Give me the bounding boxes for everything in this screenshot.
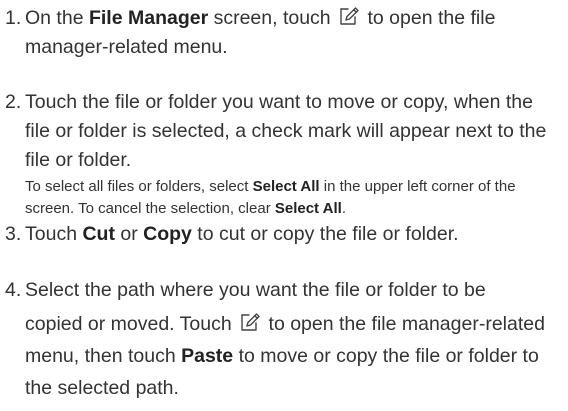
ui-term-paste: Paste xyxy=(181,345,234,367)
instruction-document: 1. On the File Manager screen, touch to … xyxy=(0,0,568,411)
step-text-segment: screen, touch xyxy=(208,7,337,29)
step-text-segment: Select the path where you want the file … xyxy=(25,279,486,301)
ui-term-select-all: Select All xyxy=(274,200,342,217)
step-2: 2. Touch the file or folder you want to … xyxy=(5,88,563,175)
ui-term-copy: Copy xyxy=(143,223,192,245)
step-1: 1. On the File Manager screen, touch to … xyxy=(5,4,563,62)
step-text-segment: to cut or copy the file or folder. xyxy=(191,223,459,245)
step-text-segment: or xyxy=(114,223,144,245)
step-text-segment: On the xyxy=(25,7,89,29)
step-text-continued: copied or moved. Touch to open the file … xyxy=(25,308,563,404)
step-text-segment: copied or moved. Touch xyxy=(25,313,238,335)
ui-term-cut: Cut xyxy=(82,223,115,245)
step-text: Select the path where you want the file … xyxy=(5,276,563,404)
step-text: On the File Manager screen, touch to ope… xyxy=(5,4,563,62)
step-number: 3. xyxy=(5,223,22,245)
step-4: 4. Select the path where you want the fi… xyxy=(5,276,563,404)
step-text: Touch Cut or Copy to cut or copy the fil… xyxy=(5,220,563,249)
ui-term-select-all: Select All xyxy=(252,178,320,195)
step-2-note: To select all files or folders, select S… xyxy=(25,176,565,220)
note-text-segment: To select all files or folders, select xyxy=(25,178,253,195)
step-3: 3. Touch Cut or Copy to cut or copy the … xyxy=(5,220,563,249)
step-number: 2. xyxy=(5,91,22,113)
step-number: 1. xyxy=(5,7,22,29)
edit-menu-icon xyxy=(239,311,261,333)
step-text-segment: Touch xyxy=(25,223,83,245)
step-number: 4. xyxy=(5,279,22,301)
edit-menu-icon xyxy=(338,5,360,27)
step-text: Touch the file or folder you want to mov… xyxy=(25,91,547,171)
note-text-segment: . xyxy=(341,200,347,217)
ui-term-file-manager: File Manager xyxy=(88,7,209,29)
